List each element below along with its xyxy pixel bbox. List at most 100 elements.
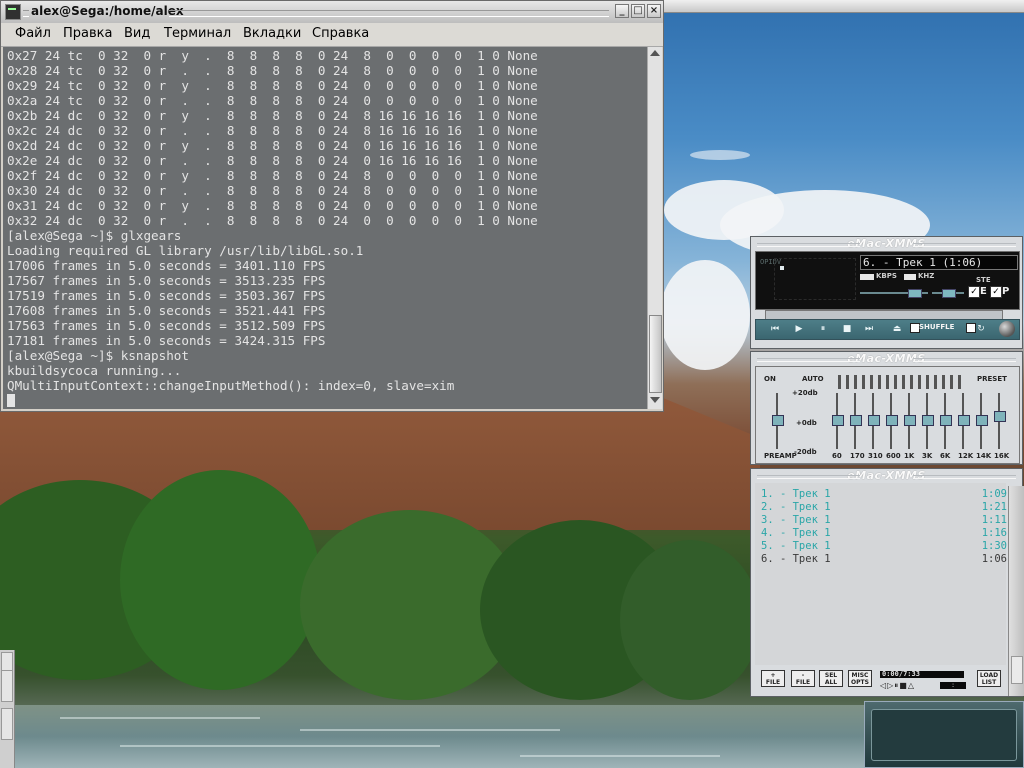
play-button[interactable]: ▶ [792, 323, 806, 335]
eq-band-knob[interactable] [958, 415, 970, 426]
add-file-button[interactable]: + FILE [761, 670, 785, 687]
playlist-item-duration: 1:30 [981, 540, 1007, 552]
menu-terminal[interactable]: Терминал [164, 26, 231, 41]
playlist-item[interactable]: 6. - Трек 1 1:06 [761, 553, 1007, 566]
preamp-label: PREAMP [764, 452, 797, 460]
next-button[interactable]: ⏭ [862, 323, 876, 335]
equalizer-toggle[interactable]: ✓ [968, 286, 980, 298]
eq-band-knob[interactable] [994, 411, 1006, 422]
playlist-toggle[interactable]: ✓ [990, 286, 1002, 298]
terminal-line: 17567 frames in 5.0 seconds = 3513.235 F… [7, 273, 326, 288]
terminal-line: [alex@Sega ~]$ ksnapshot [7, 348, 189, 363]
terminal-lines: 0x27 24 tc 0 32 0 r y . 8 8 8 8 0 24 8 0… [7, 48, 538, 408]
eq-preset-button[interactable]: PRESET [977, 375, 1007, 383]
terminal-output[interactable]: 0x27 24 tc 0 32 0 r y . 8 8 8 8 0 24 8 0… [3, 47, 647, 409]
xmms-logo-icon[interactable] [999, 321, 1015, 337]
equalizer-panel: ON AUTO PRESET +20db +0db -20db PREAMP 6… [755, 366, 1020, 464]
playlist-item-duration: 1:11 [981, 514, 1007, 526]
eq-band-knob[interactable] [850, 415, 862, 426]
scroll-up-icon[interactable] [650, 50, 660, 56]
transport-controls: ⏮ ▶ ⏸ ■ ⏭ ⏏ SHUFFLE ↻ [755, 319, 1020, 340]
playlist-item[interactable]: 5. - Трек 1 1:30 [761, 540, 1007, 553]
xmms-main-title[interactable]: eMac-XMMS [751, 237, 1022, 251]
repeat-icon[interactable]: ↻ [974, 323, 988, 335]
eq-band-knob[interactable] [976, 415, 988, 426]
load-list-button[interactable]: LOAD LIST [977, 670, 1001, 687]
preamp-knob[interactable] [772, 415, 784, 426]
terminal-titlebar[interactable]: alex@Sega:/home/alex _ □ × [1, 1, 663, 24]
scroll-down-icon[interactable] [650, 397, 660, 403]
playlist-item[interactable]: 3. - Трек 1 1:11 [761, 514, 1007, 527]
playlist-item[interactable]: 2. - Трек 1 1:21 [761, 501, 1007, 514]
volume-knob[interactable] [908, 289, 922, 298]
panel-tab[interactable] [1, 708, 13, 740]
xmms-playlist-title[interactable]: eMac-XMMS [751, 469, 1022, 483]
terminal-line: 0x2a 24 tc 0 32 0 r . . 8 8 8 8 0 24 0 0… [7, 93, 538, 108]
eq-band-label: 6K [940, 452, 951, 460]
eq-band-label: 12K [958, 452, 974, 460]
eject-button[interactable]: ⏏ [890, 323, 904, 335]
background-window-titlebar [664, 0, 1024, 13]
terminal-scrollbar[interactable] [647, 47, 662, 409]
eq-preview-bar [942, 375, 945, 389]
pause-button[interactable]: ⏸ [816, 323, 830, 335]
menu-help[interactable]: Справка [312, 26, 369, 41]
terminal-line: 0x2f 24 dc 0 32 0 r y . 8 8 8 8 0 24 8 0… [7, 168, 538, 183]
kbps-label: KBPS [876, 272, 897, 280]
eq-band-label: 3K [922, 452, 933, 460]
left-panel-edge [0, 650, 15, 768]
terminal-line: [alex@Sega ~]$ glxgears [7, 228, 182, 243]
eq-band-knob[interactable] [868, 415, 880, 426]
playlist-item-title: 3. - Трек 1 [761, 514, 831, 526]
playlist-item[interactable]: 1. - Трек 1 1:09 [761, 488, 1007, 501]
menu-view[interactable]: Вид [124, 26, 150, 41]
terminal-line: 0x32 24 dc 0 32 0 r . . 8 8 8 8 0 24 0 0… [7, 213, 538, 228]
misc-options-button[interactable]: MISC OPTS [848, 670, 872, 687]
xmms-main-window: eMac-XMMS OPIDV 6. - Трек 1 (1:06) KBPS … [750, 236, 1023, 349]
close-icon[interactable]: × [647, 4, 661, 18]
eq-band-label: 60 [832, 452, 842, 460]
terminal-line: Loading required GL library /usr/lib/lib… [7, 243, 364, 258]
menu-edit[interactable]: Правка [63, 26, 112, 41]
desktop-widget[interactable] [864, 701, 1024, 768]
terminal-line: 17181 frames in 5.0 seconds = 3424.315 F… [7, 333, 326, 348]
menu-tabs[interactable]: Вкладки [243, 26, 301, 41]
terminal-line: 17608 frames in 5.0 seconds = 3521.441 F… [7, 303, 326, 318]
song-title-display[interactable]: 6. - Трек 1 (1:06) [860, 255, 1018, 270]
playlist-item[interactable]: 4. - Трек 1 1:16 [761, 527, 1007, 540]
stereo-label: STE [976, 276, 991, 284]
khz-display [904, 274, 916, 280]
balance-knob[interactable] [942, 289, 956, 298]
eq-band-knob[interactable] [832, 415, 844, 426]
playlist-item-title: 1. - Трек 1 [761, 488, 831, 500]
right-panel-edge [1008, 486, 1024, 696]
remove-file-button[interactable]: - FILE [791, 670, 815, 687]
terminal-line: 0x2d 24 dc 0 32 0 r y . 8 8 8 8 0 24 0 1… [7, 138, 538, 153]
menu-file[interactable]: Файл [15, 26, 51, 41]
xmms-eq-title[interactable]: eMac-XMMS [751, 352, 1022, 366]
previous-button[interactable]: ⏮ [768, 323, 782, 335]
eq-band-knob[interactable] [940, 415, 952, 426]
maximize-icon[interactable]: □ [631, 4, 645, 18]
eq-band-knob[interactable] [886, 415, 898, 426]
eq-db-top: +20db [792, 389, 818, 397]
select-all-button[interactable]: SEL ALL [819, 670, 843, 687]
eq-preview-bar [838, 375, 841, 389]
eq-auto-button[interactable]: AUTO [802, 375, 824, 383]
playlist-mini-controls[interactable]: ◁▷⏸■△ [880, 681, 915, 691]
panel-tab[interactable] [1011, 656, 1023, 684]
eq-band-knob[interactable] [904, 415, 916, 426]
eq-preview-bar [958, 375, 961, 389]
scrollbar-thumb[interactable] [649, 315, 662, 393]
panel-tab[interactable] [1, 670, 13, 702]
minimize-icon[interactable]: _ [615, 4, 629, 18]
terminal-menubar: Файл Правка Вид Терминал Вкладки Справка [1, 23, 663, 47]
stop-button[interactable]: ■ [840, 323, 854, 335]
eq-on-button[interactable]: ON [764, 375, 776, 383]
eq-band-knob[interactable] [922, 415, 934, 426]
visualizer[interactable] [774, 258, 856, 300]
terminal-app-icon[interactable] [5, 4, 21, 20]
eq-preview-bar [878, 375, 881, 389]
wallpaper-cloud [660, 260, 750, 370]
playlist[interactable]: 1. - Трек 1 1:09 2. - Трек 1 1:21 3. - Трек … [755, 483, 1007, 665]
